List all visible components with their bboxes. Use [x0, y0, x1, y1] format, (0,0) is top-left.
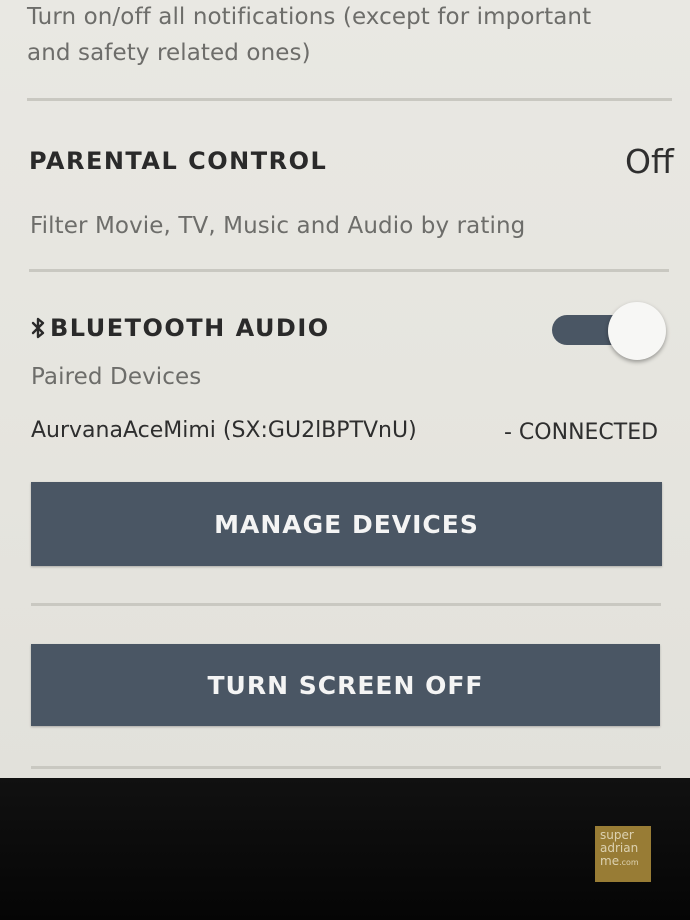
paired-device-name: AurvanaAceMimi (SX:GU2lBPTVnU) — [31, 418, 417, 443]
notifications-description-line2: and safety related ones) — [27, 40, 311, 66]
divider — [27, 98, 672, 101]
parental-control-value: Off — [625, 142, 674, 181]
turn-screen-off-button[interactable]: TURN SCREEN OFF — [31, 644, 660, 726]
bluetooth-icon — [31, 317, 45, 339]
paired-devices-label: Paired Devices — [31, 364, 202, 390]
parental-control-description: Filter Movie, TV, Music and Audio by rat… — [30, 213, 526, 239]
divider — [31, 603, 661, 606]
watermark-line3: me.com — [600, 854, 639, 868]
bluetooth-audio-title: BLUETOOTH AUDIO — [50, 314, 330, 342]
device-bezel — [0, 778, 690, 920]
divider — [29, 269, 669, 272]
watermark-logo: super adrian me.com — [595, 826, 651, 882]
notifications-description-line1: Turn on/off all notifications (except fo… — [27, 4, 592, 30]
bluetooth-toggle[interactable] — [552, 302, 670, 360]
parental-control-title: PARENTAL CONTROL — [29, 147, 328, 175]
divider — [31, 766, 661, 769]
paired-device-status: - CONNECTED — [504, 420, 659, 445]
manage-devices-button[interactable]: MANAGE DEVICES — [31, 482, 662, 566]
settings-screen: Turn on/off all notifications (except fo… — [0, 0, 690, 778]
toggle-knob — [608, 302, 666, 360]
